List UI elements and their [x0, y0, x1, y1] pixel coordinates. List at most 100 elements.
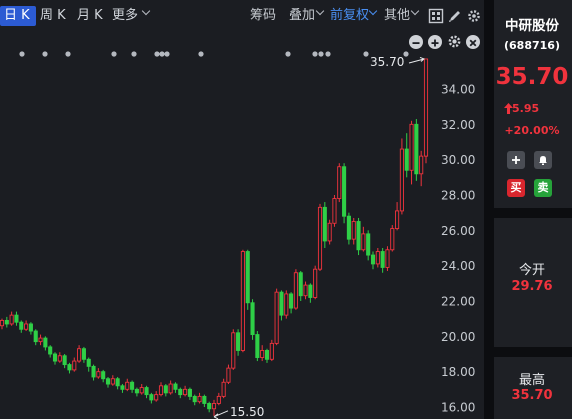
event-dot[interactable] — [159, 51, 165, 57]
tab-daily-k[interactable]: 日 K — [0, 6, 36, 26]
high-value: 35.70 — [511, 388, 553, 403]
candle-up — [423, 58, 429, 157]
high-marker-arrow — [408, 56, 425, 64]
candle-down — [120, 385, 125, 390]
overlay-button[interactable]: 叠加 — [289, 6, 315, 26]
y-tick-label: 34.00 — [441, 83, 475, 97]
candle-up — [125, 381, 130, 390]
event-dot[interactable] — [318, 51, 324, 57]
candle-down — [370, 254, 376, 265]
event-dot[interactable] — [198, 51, 204, 57]
candle-up — [72, 360, 77, 371]
candle-up — [409, 123, 414, 171]
grid-layout-icon[interactable] — [428, 8, 444, 24]
candle-down — [19, 321, 24, 330]
candle-up — [327, 222, 332, 242]
candle-up — [0, 319, 5, 327]
candle-down — [342, 166, 347, 217]
draw-pen-icon[interactable] — [447, 8, 463, 24]
quote-panel: 中研股份 (688716) 35.70 5.95 +20.00% 买 卖 今开 … — [494, 0, 572, 419]
candle-up — [216, 395, 221, 404]
candle-down — [255, 334, 260, 358]
event-dot[interactable] — [131, 51, 137, 57]
candle-up — [158, 385, 164, 396]
candle-up — [197, 395, 202, 403]
candle-up — [226, 367, 231, 383]
candle-down — [173, 383, 178, 390]
candle-up — [419, 155, 424, 175]
chevron-down-icon — [368, 6, 378, 16]
price-change: 5.95 — [512, 102, 540, 115]
event-dot[interactable] — [154, 51, 160, 57]
tab-more[interactable]: 更多 — [112, 6, 138, 26]
candle-down — [33, 330, 38, 343]
event-dot[interactable] — [164, 51, 170, 57]
candle-down — [105, 378, 111, 385]
event-dot[interactable] — [65, 51, 71, 57]
candle-up — [240, 251, 245, 351]
event-dot[interactable] — [285, 51, 291, 57]
kline-chart[interactable]: 34.00 32.00 30.00 28.00 26.00 24.00 22.00 20.00… — [0, 30, 484, 419]
event-dot[interactable] — [42, 51, 48, 57]
candle-down — [43, 337, 48, 348]
y-tick-label: 22.00 — [441, 295, 475, 309]
event-dot[interactable] — [325, 51, 331, 57]
candle-down — [356, 221, 361, 251]
candle-down — [289, 293, 294, 309]
candle-down — [67, 364, 72, 371]
close-chart-button[interactable] — [466, 35, 480, 49]
price-adjust-button[interactable]: 前复权 — [330, 6, 369, 26]
chart-settings-gear-icon[interactable] — [447, 34, 462, 49]
other-button[interactable]: 其他 — [384, 6, 410, 26]
settings-gear-icon[interactable] — [466, 8, 482, 24]
candle-down — [48, 346, 53, 355]
candle-down — [279, 291, 284, 316]
panel-separator — [494, 208, 572, 218]
sell-button[interactable]: 卖 — [534, 179, 552, 197]
candle-up — [303, 284, 308, 297]
tab-weekly-k[interactable]: 周 K — [40, 6, 66, 26]
plus-icon — [431, 39, 439, 47]
candle-down — [163, 385, 168, 394]
high-label: 最高 — [518, 373, 545, 388]
candle-up — [284, 293, 289, 316]
panel-divider — [484, 0, 494, 419]
tab-monthly-k[interactable]: 月 K — [77, 6, 103, 26]
event-dot[interactable] — [363, 51, 369, 57]
candle-down — [202, 395, 207, 404]
candle-up — [168, 383, 173, 394]
price-alert-button[interactable] — [534, 151, 552, 169]
candle-down — [62, 355, 67, 366]
candle-down — [380, 251, 385, 268]
low-marker-arrow — [213, 410, 229, 419]
candle-down — [28, 323, 33, 332]
minus-icon — [412, 42, 420, 44]
chart-toolbar: 日 K 周 K 月 K 更多 筹码 叠加 前复权 其他 — [0, 0, 484, 30]
chips-button[interactable]: 筹码 — [250, 6, 276, 26]
y-tick-label: 30.00 — [441, 153, 475, 167]
event-markers — [19, 51, 409, 57]
candle-down — [192, 395, 197, 403]
event-dot[interactable] — [111, 51, 117, 57]
y-tick-label: 28.00 — [441, 189, 475, 203]
kline-svg: 34.00 32.00 30.00 28.00 26.00 24.00 22.00 20.00… — [0, 51, 475, 419]
candle-down — [178, 388, 183, 396]
zoom-out-button[interactable] — [409, 35, 423, 49]
add-watchlist-button[interactable] — [507, 151, 525, 169]
candle-down — [115, 378, 120, 387]
buy-button[interactable]: 买 — [507, 179, 525, 197]
event-dot[interactable] — [19, 51, 25, 57]
candle-down — [264, 350, 270, 360]
candle-up — [317, 206, 323, 270]
candle-up — [332, 198, 337, 224]
candle-down — [322, 206, 327, 242]
stock-name: 中研股份 — [505, 18, 559, 34]
candle-up — [110, 378, 115, 385]
event-dot[interactable] — [312, 51, 318, 57]
candle-up — [337, 166, 342, 199]
candle-up — [96, 371, 101, 378]
candle-up — [399, 148, 404, 212]
open-value: 29.76 — [511, 279, 553, 294]
zoom-in-button[interactable] — [428, 35, 442, 49]
candle-up — [390, 228, 395, 251]
